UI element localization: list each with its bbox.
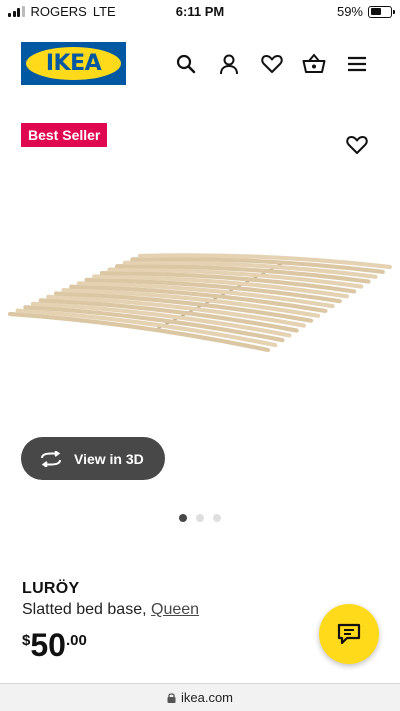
url-text: ikea.com <box>180 690 234 705</box>
carousel-dot[interactable] <box>213 514 221 522</box>
ikea-logo[interactable]: IKEA <box>21 42 126 85</box>
product-image[interactable] <box>0 230 400 360</box>
heart-icon[interactable] <box>260 52 284 76</box>
carousel-dot[interactable] <box>179 514 187 522</box>
view-in-3d-button[interactable]: View in 3D <box>21 437 165 480</box>
best-seller-badge: Best Seller <box>21 123 108 147</box>
profile-icon[interactable] <box>217 52 241 76</box>
product-name: LURÖY <box>22 580 80 597</box>
status-bar: ROGERS LTE 6:11 PM 59% <box>0 0 400 24</box>
carousel-dots <box>0 514 400 522</box>
chat-button[interactable] <box>319 604 379 664</box>
size-link[interactable]: Queen <box>151 601 199 618</box>
price-currency: $ <box>22 632 31 649</box>
carousel-dot[interactable] <box>196 514 204 522</box>
status-right: 59% <box>336 4 395 19</box>
favourite-heart-icon[interactable] <box>345 133 369 157</box>
product-type: Slatted bed base, <box>22 601 147 618</box>
battery-icon <box>368 5 395 18</box>
product-description: Slatted bed base, Queen <box>22 601 199 619</box>
address-bar[interactable]: ikea.com <box>0 683 400 711</box>
menu-icon[interactable] <box>345 52 369 76</box>
logo-text: IKEA <box>45 51 102 76</box>
view-in-3d-label: View in 3D <box>74 450 144 467</box>
price-decimal: .00 <box>65 632 87 649</box>
basket-icon[interactable] <box>302 52 326 76</box>
rotate-3d-icon <box>41 450 61 467</box>
chat-icon <box>337 623 361 645</box>
product-price: $ 50 .00 <box>22 626 87 664</box>
price-integer: 50 <box>30 627 66 663</box>
battery-percent: 59% <box>336 4 363 19</box>
search-icon[interactable] <box>174 52 198 76</box>
logo-oval: IKEA <box>26 47 121 80</box>
lock-icon <box>167 693 176 703</box>
